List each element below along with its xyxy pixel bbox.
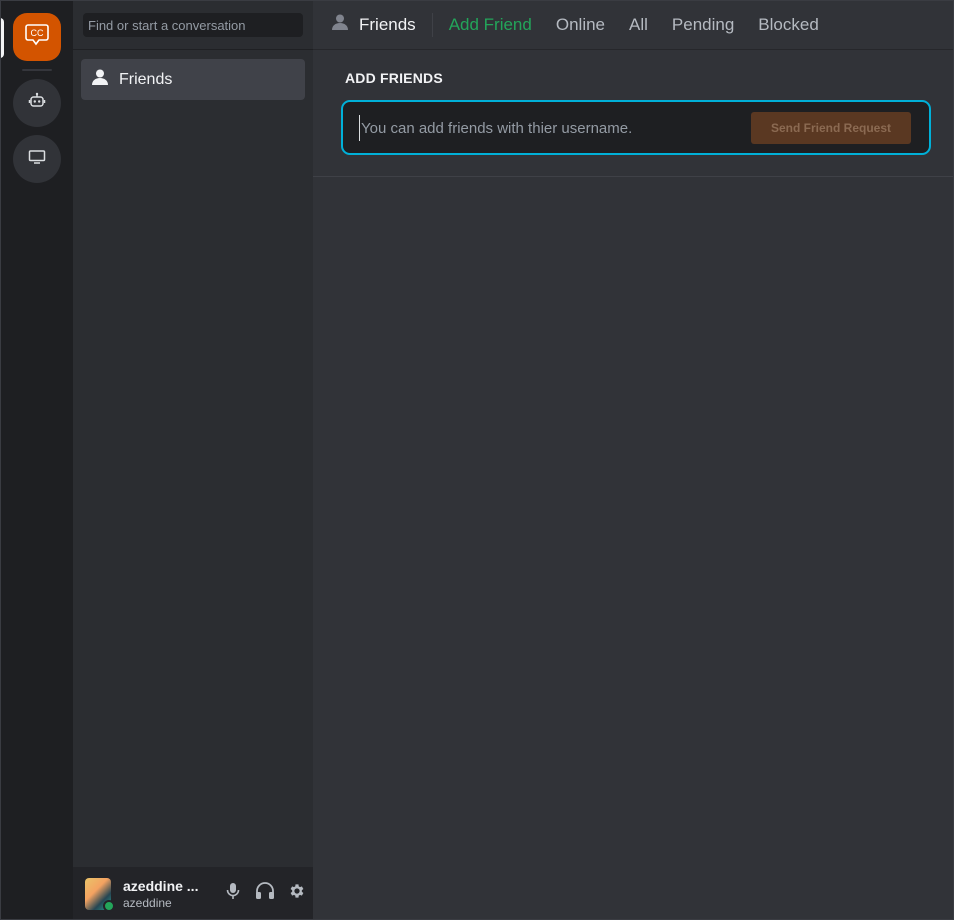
chat-logo-icon: CC xyxy=(24,22,50,53)
online-status-dot xyxy=(103,899,115,912)
page-title: Friends xyxy=(359,14,416,34)
user-controls xyxy=(217,878,313,910)
add-friend-form: Send Friend Request xyxy=(341,100,931,155)
search-input[interactable] xyxy=(83,13,303,37)
user-username: azeddine xyxy=(123,895,172,910)
user-display-name: azeddine ... xyxy=(123,877,199,894)
deafen-button[interactable] xyxy=(249,878,281,910)
tab-add-friend[interactable]: Add Friend xyxy=(449,15,532,35)
home-button[interactable]: CC xyxy=(13,13,61,61)
header-divider xyxy=(431,12,433,37)
add-friends-section: ADD FRIENDS Send Friend Request xyxy=(313,50,954,177)
user-names: azeddine ... azeddine xyxy=(123,878,209,910)
rail-separator xyxy=(22,69,52,71)
person-icon xyxy=(91,68,109,91)
tab-blocked[interactable]: Blocked xyxy=(758,15,818,35)
avatar[interactable] xyxy=(85,877,115,912)
active-indicator xyxy=(0,18,4,58)
logo-text: CC xyxy=(31,28,44,38)
add-friends-heading: ADD FRIENDS xyxy=(345,70,443,86)
tab-online[interactable]: Online xyxy=(556,15,605,35)
robot-icon xyxy=(28,92,46,115)
tab-all[interactable]: All xyxy=(629,15,648,35)
microphone-icon xyxy=(226,882,240,905)
gear-icon xyxy=(288,882,306,905)
header-bar: Friends Add Friend Online All Pending Bl… xyxy=(313,0,954,50)
friends-person-icon xyxy=(331,13,349,36)
tab-pending[interactable]: Pending xyxy=(672,15,734,35)
username-input[interactable] xyxy=(359,115,739,141)
sidebar-item-friends[interactable]: Friends xyxy=(81,59,305,100)
main-content: Friends Add Friend Online All Pending Bl… xyxy=(313,0,954,920)
headphones-icon xyxy=(255,882,275,905)
sidebar: Friends azeddine ... azeddine xyxy=(73,0,313,920)
send-friend-request-button[interactable]: Send Friend Request xyxy=(751,112,911,144)
settings-button[interactable] xyxy=(281,878,313,910)
monitor-icon xyxy=(28,149,46,170)
bot-button[interactable] xyxy=(13,79,61,127)
screen-button[interactable] xyxy=(13,135,61,183)
sidebar-divider xyxy=(73,49,313,50)
server-rail: CC xyxy=(0,0,73,920)
mute-button[interactable] xyxy=(217,878,249,910)
user-panel: azeddine ... azeddine xyxy=(73,867,313,920)
sidebar-item-label: Friends xyxy=(119,70,173,88)
